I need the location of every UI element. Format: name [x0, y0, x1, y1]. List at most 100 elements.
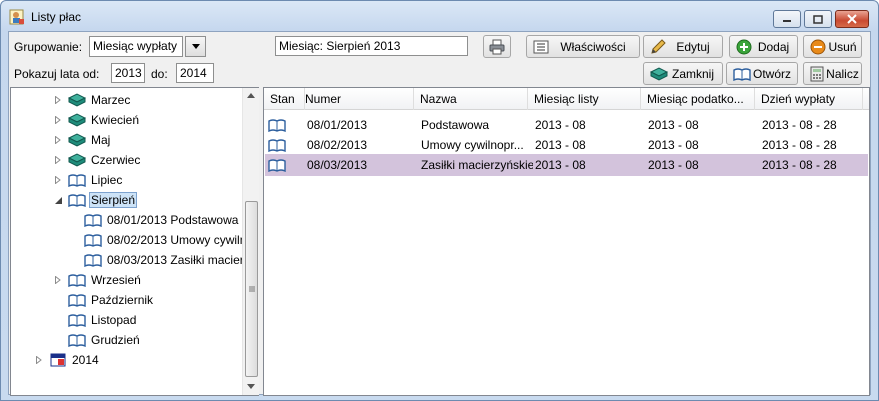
tree-month-item[interactable]: Maj [52, 130, 112, 150]
tree-node-label: Październik [91, 293, 154, 307]
calculator-icon [810, 66, 824, 81]
tree-payroll-item[interactable]: 08/01/2013 Podstawowa [68, 210, 240, 230]
grip-icon [249, 286, 255, 292]
open-book-icon [68, 294, 86, 307]
table-cell-podatkowy: 2013 - 08 [648, 138, 699, 152]
expand-icon[interactable] [33, 354, 45, 366]
expand-icon[interactable] [52, 174, 64, 186]
close-icon [847, 14, 857, 24]
minimize-button[interactable] [773, 10, 801, 28]
add-button[interactable]: Dodaj [729, 35, 798, 58]
tree-node-label: Sierpień [89, 192, 138, 208]
month-tree[interactable]: Marzec Kwiecień Maj Czerwiec Lipiec Sierpień 0… [10, 87, 259, 396]
maximize-button[interactable] [804, 10, 832, 28]
tree-month-item[interactable]: Kwiecień [52, 110, 141, 130]
expand-icon[interactable] [52, 114, 64, 126]
scroll-down-icon[interactable] [247, 384, 255, 389]
expand-icon[interactable] [52, 94, 64, 106]
tree-node-label: Czerwiec [91, 153, 141, 167]
calendar-icon [50, 353, 66, 367]
column-header[interactable]: Miesiąc podatko... [641, 88, 755, 110]
tree-node-label: Kwiecień [91, 113, 140, 127]
table-cell-miesiac: 2013 - 08 [535, 138, 586, 152]
open-book-icon [68, 174, 86, 187]
tree-month-item[interactable]: Październik [52, 290, 155, 310]
tree-node-label: Lipiec [91, 173, 123, 187]
delete-button[interactable]: Usuń [803, 35, 862, 58]
close-list-button[interactable]: Zamknij [643, 62, 723, 85]
years-from-label: Pokazuj lata od: [14, 67, 100, 81]
column-header[interactable]: Miesiąc listy [528, 88, 641, 110]
open-list-button[interactable]: Otwórz [726, 62, 798, 85]
table-cell-podatkowy: 2013 - 08 [648, 158, 699, 172]
column-header[interactable]: Dzień wypłaty [755, 88, 863, 110]
printer-icon [489, 39, 505, 54]
title-bar[interactable]: Listy płac [1, 1, 878, 31]
grouping-label: Grupowanie: [14, 40, 83, 54]
column-header[interactable]: Numer [299, 88, 414, 110]
year-from-input[interactable]: 2013 [111, 63, 145, 83]
expand-icon[interactable] [52, 154, 64, 166]
table-cell-miesiac: 2013 - 08 [535, 158, 586, 172]
tree-node-label: 08/01/2013 Podstawowa [107, 213, 239, 227]
open-book-icon [268, 119, 286, 132]
table-header: Stan Numer Nazwa Miesiąc listy Miesiąc podat… [264, 88, 869, 110]
payroll-lists-window: Listy płac Grupowanie: Miesiąc wypłaty P… [0, 0, 879, 401]
tree-month-item[interactable]: Czerwiec [52, 150, 142, 170]
collapse-icon[interactable] [52, 194, 64, 206]
tree-payroll-item[interactable]: 08/03/2013 Zasiłki macierzyńskie [68, 250, 242, 270]
table-cell-numer: 08/01/2013 [307, 118, 368, 132]
grouping-dropdown-button[interactable] [185, 36, 206, 57]
calculate-button[interactable]: Nalicz [803, 62, 862, 85]
chevron-down-icon [191, 44, 200, 49]
tree-node-label: 08/03/2013 Zasiłki macierzyńskie [107, 253, 242, 267]
remove-icon [810, 39, 826, 54]
client-area: Grupowanie: Miesiąc wypłaty Pokazuj lata… [8, 31, 871, 396]
table-cell-nazwa: Podstawowa [421, 118, 490, 132]
closed-book-icon [68, 113, 86, 127]
close-window-button[interactable] [835, 10, 869, 28]
table-cell-nazwa: Zasiłki macierzyńskie [421, 158, 533, 172]
edit-button[interactable]: Edytuj [643, 35, 723, 58]
open-book-icon [268, 159, 286, 172]
tree-node-label: Listopad [91, 313, 137, 327]
open-book-icon [68, 334, 86, 347]
properties-button[interactable]: Właściwości [526, 35, 640, 58]
scroll-up-icon[interactable] [247, 93, 255, 98]
closed-book-icon [68, 153, 86, 167]
tree-payroll-item[interactable]: 08/02/2013 Umowy cywilnoprawne [68, 230, 242, 250]
open-book-icon [84, 254, 102, 267]
column-header[interactable]: Nazwa [414, 88, 528, 110]
table-row[interactable]: 08/03/2013 Zasiłki macierzyńskie 2013 - 08… [265, 154, 868, 176]
scroll-thumb[interactable] [245, 201, 258, 377]
year-to-input[interactable]: 2014 [176, 63, 214, 83]
table-cell-numer: 08/03/2013 [307, 158, 368, 172]
tree-node-label: Grudzień [91, 333, 140, 347]
table-row[interactable]: 08/01/2013 Podstawowa 2013 - 08 2013 - 08 20… [265, 114, 868, 136]
tree-scrollbar[interactable] [242, 88, 259, 395]
tree-node-label: Maj [91, 133, 111, 147]
tree-month-item[interactable]: Marzec [52, 90, 132, 110]
tree-year-item[interactable]: 2014 [33, 350, 101, 370]
print-button[interactable] [483, 35, 511, 58]
open-book-icon [68, 274, 86, 287]
table-row[interactable]: 08/02/2013 Umowy cywilnopr... 2013 - 08 201… [265, 134, 868, 156]
add-icon [736, 39, 752, 54]
tree-month-item[interactable]: Grudzień [52, 330, 142, 350]
tree-month-item[interactable]: Listopad [52, 310, 138, 330]
table-cell-miesiac: 2013 - 08 [535, 118, 586, 132]
tree-node-label: 08/02/2013 Umowy cywilnoprawne [107, 233, 242, 247]
tree-node-label: 2014 [72, 353, 99, 367]
tree-month-item[interactable]: Lipiec [52, 170, 124, 190]
table-cell-dzien: 2013 - 08 - 28 [762, 138, 837, 152]
expand-icon[interactable] [52, 274, 64, 286]
open-book-icon [68, 194, 86, 207]
tree-month-item[interactable]: Wrzesień [52, 270, 143, 290]
tree-month-item[interactable]: Sierpień [52, 190, 138, 210]
minimize-icon [783, 20, 791, 22]
tree-node-label: Marzec [91, 93, 131, 107]
pencil-icon [651, 38, 666, 54]
expand-icon[interactable] [52, 134, 64, 146]
grouping-select[interactable]: Miesiąc wypłaty [89, 36, 183, 57]
payroll-table: Stan Numer Nazwa Miesiąc listy Miesiąc podat… [263, 87, 870, 396]
